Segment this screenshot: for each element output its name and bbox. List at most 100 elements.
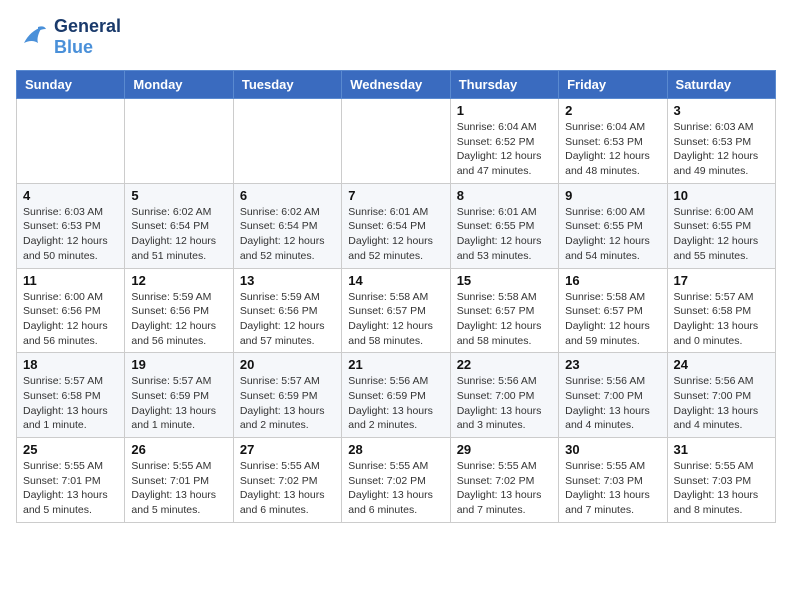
day-number: 6 — [240, 188, 335, 203]
day-info: Sunrise: 5:57 AM Sunset: 6:59 PM Dayligh… — [131, 374, 226, 433]
calendar-week-row: 11 Sunrise: 6:00 AM Sunset: 6:56 PM Dayli… — [17, 268, 776, 353]
day-info: Sunrise: 5:59 AM Sunset: 6:56 PM Dayligh… — [240, 290, 335, 349]
day-number: 25 — [23, 442, 118, 457]
day-number: 18 — [23, 357, 118, 372]
day-number: 13 — [240, 273, 335, 288]
day-number: 7 — [348, 188, 443, 203]
calendar-week-row: 18 Sunrise: 5:57 AM Sunset: 6:58 PM Dayli… — [17, 353, 776, 438]
calendar-week-row: 25 Sunrise: 5:55 AM Sunset: 7:01 PM Dayli… — [17, 438, 776, 523]
calendar-cell: 3 Sunrise: 6:03 AM Sunset: 6:53 PM Daylig… — [667, 99, 775, 184]
calendar-cell: 26 Sunrise: 5:55 AM Sunset: 7:01 PM Dayli… — [125, 438, 233, 523]
day-number: 24 — [674, 357, 769, 372]
calendar-cell: 29Sunrise: 5:55 AM Sunset: 7:02 PM Dayli… — [450, 438, 558, 523]
calendar-header-row: SundayMondayTuesdayWednesdayThursdayFrid… — [17, 71, 776, 99]
calendar-cell — [125, 99, 233, 184]
day-info: Sunrise: 5:55 AM Sunset: 7:01 PM Dayligh… — [131, 459, 226, 518]
day-info: Sunrise: 5:57 AM Sunset: 6:58 PM Dayligh… — [23, 374, 118, 433]
calendar-cell: 28Sunrise: 5:55 AM Sunset: 7:02 PM Dayli… — [342, 438, 450, 523]
calendar-cell — [342, 99, 450, 184]
day-number: 3 — [674, 103, 769, 118]
day-number: 14 — [348, 273, 443, 288]
calendar-cell: 14 Sunrise: 5:58 AM Sunset: 6:57 PM Dayli… — [342, 268, 450, 353]
day-info: Sunrise: 5:56 AM Sunset: 6:59 PM Dayligh… — [348, 374, 443, 433]
day-number: 15 — [457, 273, 552, 288]
calendar-cell — [233, 99, 341, 184]
calendar-cell: 19 Sunrise: 5:57 AM Sunset: 6:59 PM Dayli… — [125, 353, 233, 438]
day-number: 27 — [240, 442, 335, 457]
calendar-cell: 30 Sunrise: 5:55 AM Sunset: 7:03 PM Dayli… — [559, 438, 667, 523]
day-info: Sunrise: 5:56 AM Sunset: 7:00 PM Dayligh… — [457, 374, 552, 433]
weekday-header: Thursday — [450, 71, 558, 99]
day-number: 20 — [240, 357, 335, 372]
header: General Blue — [16, 16, 776, 58]
calendar-cell: 18 Sunrise: 5:57 AM Sunset: 6:58 PM Dayli… — [17, 353, 125, 438]
weekday-header: Wednesday — [342, 71, 450, 99]
calendar-cell: 16Sunrise: 5:58 AM Sunset: 6:57 PM Dayli… — [559, 268, 667, 353]
day-number: 23 — [565, 357, 660, 372]
day-info: Sunrise: 5:57 AM Sunset: 6:59 PM Dayligh… — [240, 374, 335, 433]
calendar-week-row: 4 Sunrise: 6:03 AM Sunset: 6:53 PM Daylig… — [17, 183, 776, 268]
day-info: Sunrise: 5:57 AM Sunset: 6:58 PM Dayligh… — [674, 290, 769, 349]
day-info: Sunrise: 5:56 AM Sunset: 7:00 PM Dayligh… — [565, 374, 660, 433]
day-info: Sunrise: 6:00 AM Sunset: 6:55 PM Dayligh… — [674, 205, 769, 264]
day-number: 2 — [565, 103, 660, 118]
day-info: Sunrise: 6:03 AM Sunset: 6:53 PM Dayligh… — [674, 120, 769, 179]
day-info: Sunrise: 6:02 AM Sunset: 6:54 PM Dayligh… — [131, 205, 226, 264]
day-number: 5 — [131, 188, 226, 203]
day-info: Sunrise: 6:04 AM Sunset: 6:52 PM Dayligh… — [457, 120, 552, 179]
day-number: 19 — [131, 357, 226, 372]
calendar-cell: 15 Sunrise: 5:58 AM Sunset: 6:57 PM Dayli… — [450, 268, 558, 353]
day-info: Sunrise: 6:00 AM Sunset: 6:55 PM Dayligh… — [565, 205, 660, 264]
day-number: 9 — [565, 188, 660, 203]
calendar-cell: 12 Sunrise: 5:59 AM Sunset: 6:56 PM Dayli… — [125, 268, 233, 353]
calendar-cell: 8Sunrise: 6:01 AM Sunset: 6:55 PM Daylig… — [450, 183, 558, 268]
day-info: Sunrise: 6:00 AM Sunset: 6:56 PM Dayligh… — [23, 290, 118, 349]
calendar-cell: 22 Sunrise: 5:56 AM Sunset: 7:00 PM Dayli… — [450, 353, 558, 438]
day-info: Sunrise: 5:55 AM Sunset: 7:03 PM Dayligh… — [565, 459, 660, 518]
calendar-cell: 20 Sunrise: 5:57 AM Sunset: 6:59 PM Dayli… — [233, 353, 341, 438]
day-number: 10 — [674, 188, 769, 203]
calendar-week-row: 1 Sunrise: 6:04 AM Sunset: 6:52 PM Daylig… — [17, 99, 776, 184]
calendar-cell: 4 Sunrise: 6:03 AM Sunset: 6:53 PM Daylig… — [17, 183, 125, 268]
day-info: Sunrise: 6:03 AM Sunset: 6:53 PM Dayligh… — [23, 205, 118, 264]
day-number: 11 — [23, 273, 118, 288]
logo-icon — [16, 23, 48, 51]
calendar-cell: 24 Sunrise: 5:56 AM Sunset: 7:00 PM Dayli… — [667, 353, 775, 438]
day-info: Sunrise: 6:04 AM Sunset: 6:53 PM Dayligh… — [565, 120, 660, 179]
calendar-table: SundayMondayTuesdayWednesdayThursdayFrid… — [16, 70, 776, 523]
logo: General Blue — [16, 16, 121, 58]
day-info: Sunrise: 5:58 AM Sunset: 6:57 PM Dayligh… — [457, 290, 552, 349]
day-number: 1 — [457, 103, 552, 118]
day-number: 22 — [457, 357, 552, 372]
day-number: 31 — [674, 442, 769, 457]
day-number: 12 — [131, 273, 226, 288]
day-info: Sunrise: 5:55 AM Sunset: 7:02 PM Dayligh… — [240, 459, 335, 518]
calendar-cell: 31 Sunrise: 5:55 AM Sunset: 7:03 PM Dayli… — [667, 438, 775, 523]
calendar-cell: 23 Sunrise: 5:56 AM Sunset: 7:00 PM Dayli… — [559, 353, 667, 438]
day-info: Sunrise: 5:55 AM Sunset: 7:02 PM Dayligh… — [348, 459, 443, 518]
day-info: Sunrise: 5:58 AM Sunset: 6:57 PM Dayligh… — [348, 290, 443, 349]
day-info: Sunrise: 5:58 AM Sunset: 6:57 PM Dayligh… — [565, 290, 660, 349]
day-number: 29 — [457, 442, 552, 457]
day-number: 21 — [348, 357, 443, 372]
day-number: 26 — [131, 442, 226, 457]
calendar-cell — [17, 99, 125, 184]
day-number: 4 — [23, 188, 118, 203]
calendar-cell: 2 Sunrise: 6:04 AM Sunset: 6:53 PM Daylig… — [559, 99, 667, 184]
logo-text: General Blue — [54, 16, 121, 58]
day-info: Sunrise: 5:55 AM Sunset: 7:03 PM Dayligh… — [674, 459, 769, 518]
day-info: Sunrise: 6:02 AM Sunset: 6:54 PM Dayligh… — [240, 205, 335, 264]
day-info: Sunrise: 5:59 AM Sunset: 6:56 PM Dayligh… — [131, 290, 226, 349]
weekday-header: Tuesday — [233, 71, 341, 99]
day-number: 8 — [457, 188, 552, 203]
calendar-cell: 13 Sunrise: 5:59 AM Sunset: 6:56 PM Dayli… — [233, 268, 341, 353]
calendar-cell: 11 Sunrise: 6:00 AM Sunset: 6:56 PM Dayli… — [17, 268, 125, 353]
day-info: Sunrise: 5:56 AM Sunset: 7:00 PM Dayligh… — [674, 374, 769, 433]
day-number: 30 — [565, 442, 660, 457]
calendar-cell: 6 Sunrise: 6:02 AM Sunset: 6:54 PM Daylig… — [233, 183, 341, 268]
day-info: Sunrise: 6:01 AM Sunset: 6:54 PM Dayligh… — [348, 205, 443, 264]
calendar-cell: 25Sunrise: 5:55 AM Sunset: 7:01 PM Dayli… — [17, 438, 125, 523]
weekday-header: Friday — [559, 71, 667, 99]
calendar-cell: 27 Sunrise: 5:55 AM Sunset: 7:02 PM Dayli… — [233, 438, 341, 523]
calendar-cell: 5 Sunrise: 6:02 AM Sunset: 6:54 PM Daylig… — [125, 183, 233, 268]
